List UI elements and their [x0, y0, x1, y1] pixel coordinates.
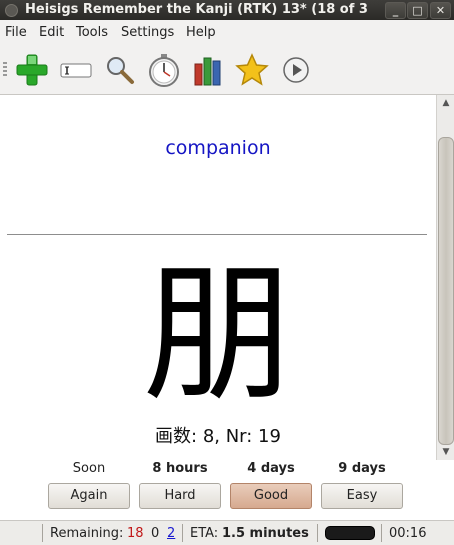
stopwatch-icon[interactable] [146, 52, 182, 88]
eta-label: ETA: [190, 526, 219, 541]
menu-settings[interactable]: Settings [121, 25, 174, 40]
interval-label: Soon [72, 461, 106, 476]
toolbar [0, 44, 454, 95]
minimize-button[interactable]: _ [385, 2, 406, 19]
card-view: companion 朋 画数: 8, Nr: 19 [0, 95, 436, 460]
status-divider [42, 524, 43, 542]
window-title: Heisigs Remember the Kanji (RTK) 13* (18… [25, 2, 368, 17]
hard-button[interactable]: Hard [139, 483, 221, 509]
good-button[interactable]: Good [230, 483, 312, 509]
interval-label: 9 days [338, 461, 386, 476]
remaining-new-count: 18 [127, 526, 144, 541]
answer-easy: 9 days Easy [321, 460, 403, 509]
remaining-label: Remaining: [50, 526, 124, 541]
stats-bars-icon[interactable] [190, 52, 226, 88]
status-divider [182, 524, 183, 542]
eta-value: 1.5 minutes [222, 526, 309, 541]
answer-good: 4 days Good [230, 460, 312, 509]
play-icon[interactable] [278, 52, 314, 88]
status-bar: Remaining: 18 0 2 ETA: 1.5 minutes 00:16 [0, 520, 454, 545]
vertical-scrollbar[interactable]: ▲ ▼ [436, 95, 454, 460]
scrollbar-thumb[interactable] [438, 137, 454, 445]
status-divider [317, 524, 318, 542]
card-question: companion [165, 137, 271, 159]
again-button[interactable]: Again [48, 483, 130, 509]
close-button[interactable]: ✕ [430, 2, 451, 19]
remaining-due-count: 2 [167, 526, 176, 541]
card-info: 画数: 8, Nr: 19 [155, 426, 281, 447]
scroll-down-icon[interactable]: ▼ [437, 445, 454, 459]
scroll-up-icon[interactable]: ▲ [437, 96, 454, 110]
menu-edit[interactable]: Edit [39, 25, 64, 40]
timer: 00:16 [389, 526, 427, 541]
menu-file[interactable]: File [5, 25, 27, 40]
menu-bar: File Edit Tools Settings Help [0, 20, 454, 44]
menu-help[interactable]: Help [186, 25, 216, 40]
easy-button[interactable]: Easy [321, 483, 403, 509]
progress-bar [325, 526, 375, 540]
card-kanji: 朋 [142, 248, 293, 422]
toolbar-grip[interactable] [3, 62, 7, 76]
magnifier-icon[interactable] [102, 52, 138, 88]
star-icon[interactable] [234, 52, 270, 88]
answer-panel: Soon Again 8 hours Hard 4 days Good 9 da… [0, 460, 454, 520]
text-field-icon[interactable] [58, 52, 94, 88]
card-separator [7, 234, 427, 235]
window-menu-icon[interactable] [5, 4, 18, 17]
maximize-button[interactable]: □ [407, 2, 428, 19]
interval-label: 8 hours [152, 461, 208, 476]
answer-hard: 8 hours Hard [139, 460, 221, 509]
interval-label: 4 days [247, 461, 295, 476]
status-divider [381, 524, 382, 542]
menu-tools[interactable]: Tools [76, 25, 108, 40]
answer-again: Soon Again [48, 460, 130, 509]
title-bar: Heisigs Remember the Kanji (RTK) 13* (18… [0, 0, 454, 20]
remaining-review-count: 0 [151, 526, 160, 541]
add-icon[interactable] [14, 52, 50, 88]
